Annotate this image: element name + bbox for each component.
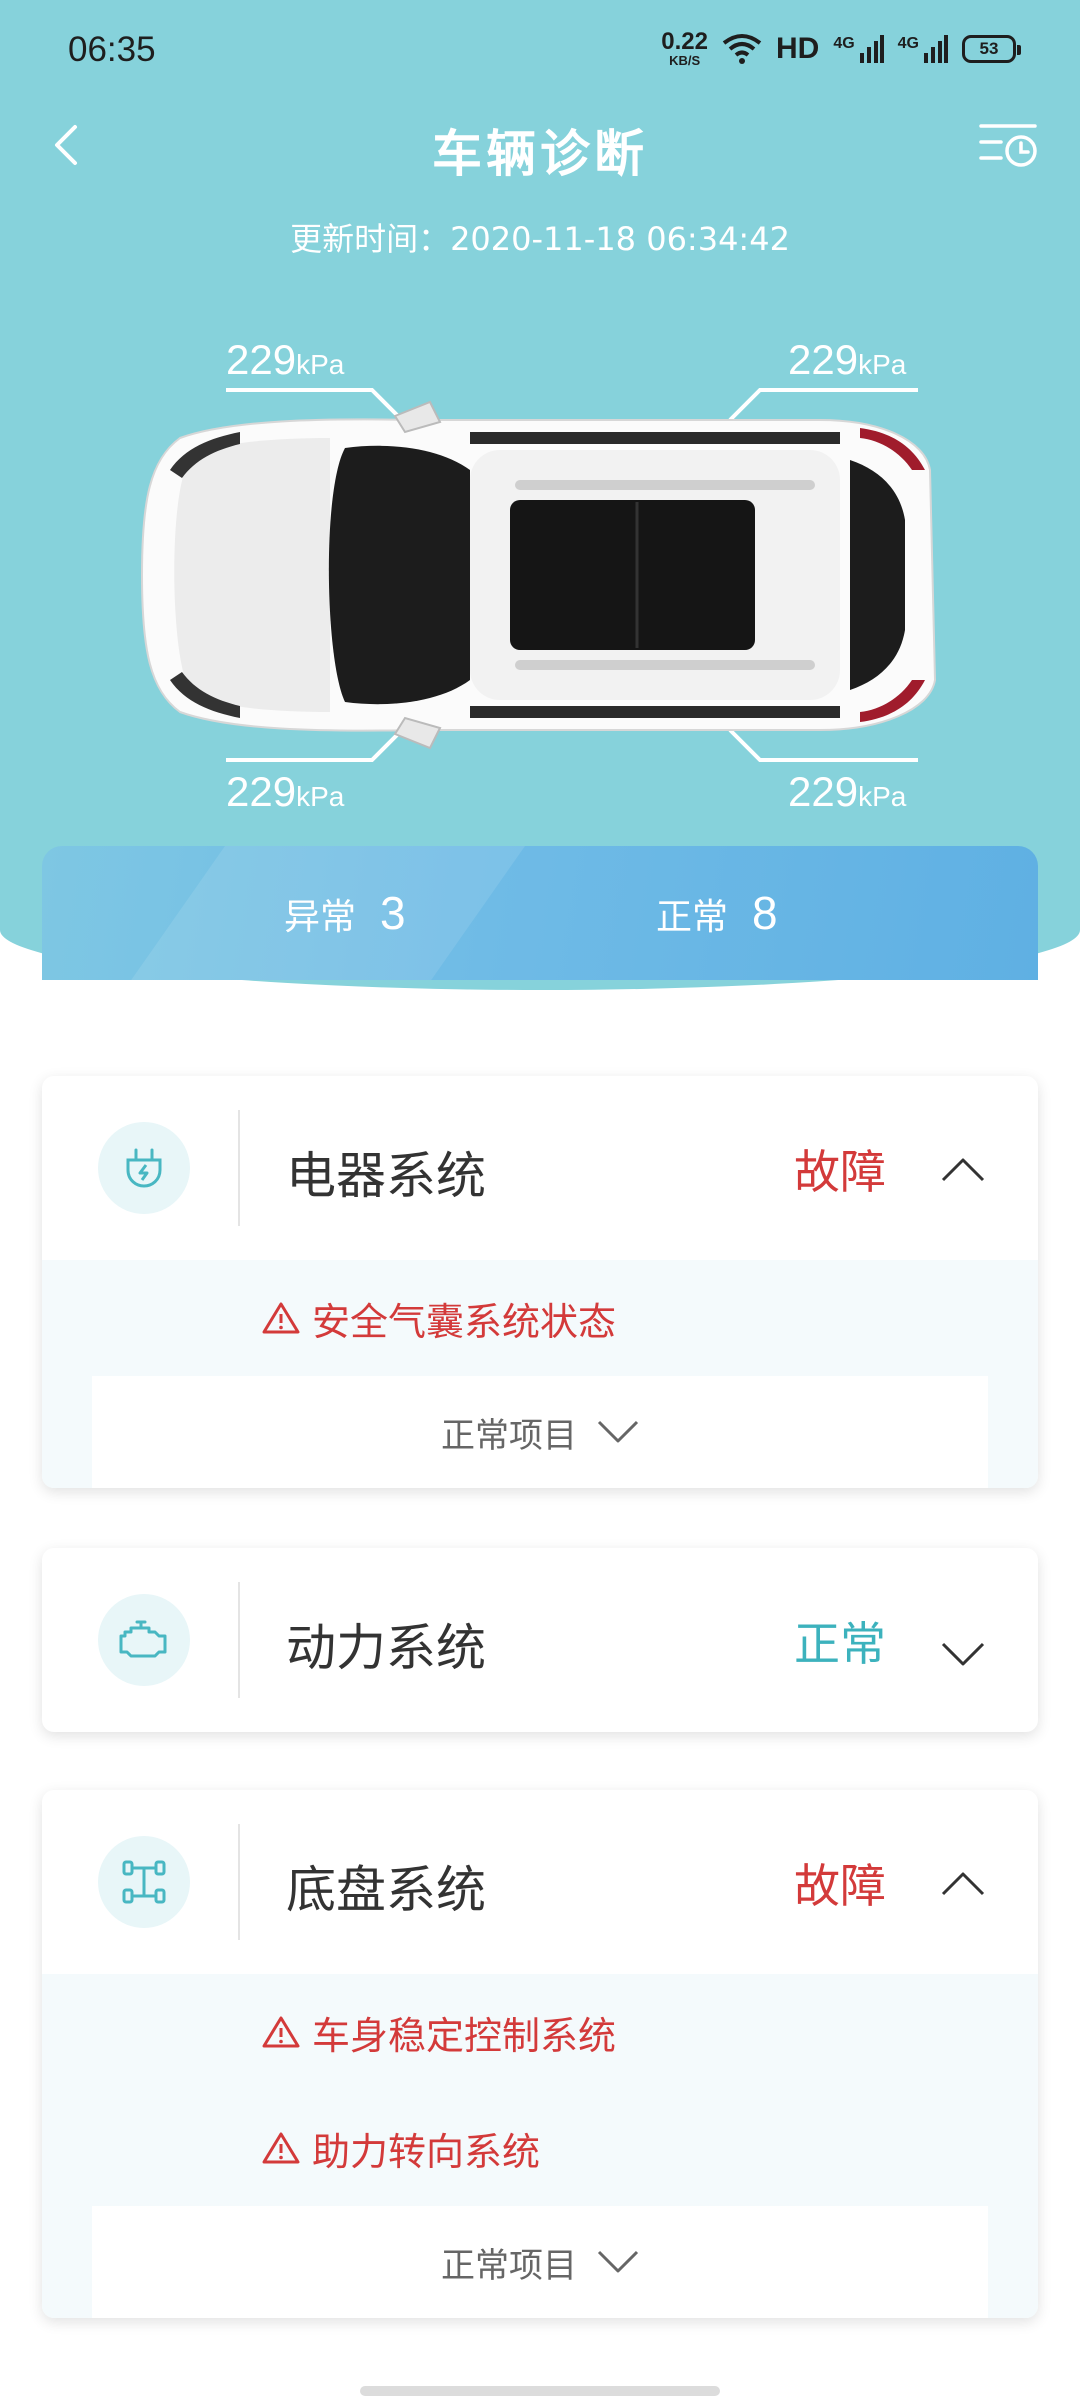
chevron-up-icon (941, 1872, 985, 1896)
chevron-down-icon (597, 2250, 639, 2273)
cell-signal-1-label: 4G (833, 34, 855, 52)
chevron-down-icon (941, 1642, 985, 1666)
system-card-header[interactable]: 动力系统 正常 (42, 1548, 1038, 1732)
system-status-badge: 故障 (794, 1859, 886, 1913)
signal-bars-icon (924, 34, 948, 63)
car-top-view-image (140, 388, 937, 762)
tire-front-left: 229kPa (226, 336, 344, 384)
normal-items-button[interactable]: 正常项目 (92, 2206, 988, 2318)
summary-abnormal-count: 3 (380, 887, 406, 939)
status-icons: 0.22 KB/S HD 4G 4G 53 (661, 28, 1021, 68)
system-card-chassis: 底盘系统 故障 车身稳定控制系统 助力转向系统 正常项目 (42, 1790, 1038, 2318)
normal-items-button[interactable]: 正常项目 (92, 1376, 988, 1488)
normal-items-label: 正常项目 (441, 2245, 577, 2286)
tire-rear-right-value: 229 (788, 768, 859, 815)
vehicle-overview: 229kPa 229kPa 229kPa 229kPa (0, 320, 1080, 830)
battery-indicator: 53 (962, 34, 1021, 63)
divider (238, 1110, 240, 1226)
fault-item-label: 安全气囊系统状态 (312, 1299, 617, 1344)
home-indicator[interactable] (360, 2386, 720, 2396)
cell-signal-1: 4G (833, 34, 884, 63)
tire-rear-left-value: 229 (226, 768, 297, 815)
summary-normal-count: 8 (752, 887, 778, 939)
tire-rear-right: 229kPa (788, 768, 906, 816)
normal-items-label: 正常项目 (441, 1415, 577, 1456)
system-status-badge: 故障 (794, 1145, 886, 1199)
history-list-icon (979, 124, 1037, 167)
fault-item[interactable]: 车身稳定控制系统 (92, 1974, 988, 2090)
system-card-powertrain: 动力系统 正常 (42, 1548, 1038, 1732)
tire-front-left-unit: kPa (296, 349, 345, 380)
status-time: 06:35 (68, 30, 156, 69)
system-title: 底盘系统 (286, 1861, 486, 1919)
divider (238, 1582, 240, 1698)
chevron-down-icon (597, 1420, 639, 1443)
summary-abnormal-label: 异常 (284, 897, 357, 938)
warning-icon (262, 2016, 300, 2048)
fault-item[interactable]: 安全气囊系统状态 (92, 1260, 988, 1376)
tire-front-right-unit: kPa (858, 349, 907, 380)
summary-normal-label: 正常 (656, 897, 729, 938)
system-card-body: 车身稳定控制系统 助力转向系统 正常项目 (42, 1974, 1038, 2318)
status-bar: 06:35 0.22 KB/S HD 4G 4G 53 (0, 0, 1080, 104)
tire-front-right-value: 229 (788, 336, 859, 383)
warning-icon (262, 2132, 300, 2164)
system-card-body: 安全气囊系统状态 正常项目 (42, 1260, 1038, 1488)
network-speed-value: 0.22 (661, 28, 708, 55)
diagnosis-summary: 异常 3 正常 8 (42, 846, 1038, 980)
tire-front-left-value: 229 (226, 336, 297, 383)
system-title: 电器系统 (286, 1147, 486, 1205)
update-time: 更新时间：2020-11-18 06:34:42 (290, 220, 790, 258)
tire-rear-left-unit: kPa (296, 781, 345, 812)
collapse-toggle[interactable] (928, 1848, 998, 1918)
divider (238, 1824, 240, 1940)
page-title: 车辆诊断 (432, 125, 648, 183)
tire-front-right: 229kPa (788, 336, 906, 384)
electrical-plug-icon (98, 1122, 190, 1214)
fault-item-label: 助力转向系统 (312, 2129, 541, 2174)
fault-item-label: 车身稳定控制系统 (312, 2013, 617, 2058)
signal-bars-icon (859, 34, 884, 63)
expand-toggle[interactable] (928, 1620, 998, 1690)
tire-rear-left: 229kPa (226, 768, 344, 816)
chassis-axle-icon (98, 1836, 190, 1928)
network-speed-unit: KB/S (669, 53, 701, 68)
system-card-header[interactable]: 底盘系统 故障 (42, 1790, 1038, 1974)
system-status-badge: 正常 (794, 1617, 886, 1671)
hd-voice-label: HD (775, 31, 820, 65)
summary-normal: 正常 8 (656, 886, 778, 940)
system-card-header[interactable]: 电器系统 故障 (42, 1076, 1038, 1260)
engine-icon (98, 1594, 190, 1686)
system-card-electrical: 电器系统 故障 安全气囊系统状态 正常项目 (42, 1076, 1038, 1488)
tire-rear-right-unit: kPa (858, 781, 907, 812)
wifi-icon (722, 33, 762, 64)
cell-signal-2-label: 4G (897, 34, 919, 52)
collapse-toggle[interactable] (928, 1134, 998, 1204)
cell-signal-2: 4G (897, 34, 948, 63)
chevron-up-icon (941, 1158, 985, 1182)
history-button[interactable] (974, 110, 1044, 180)
warning-icon (262, 1302, 300, 1334)
summary-abnormal: 异常 3 (284, 886, 406, 940)
system-title: 动力系统 (286, 1619, 486, 1677)
fault-item[interactable]: 助力转向系统 (92, 2090, 988, 2206)
nav-bar: 车辆诊断 (0, 104, 1080, 184)
network-speed: 0.22 KB/S (661, 28, 708, 68)
